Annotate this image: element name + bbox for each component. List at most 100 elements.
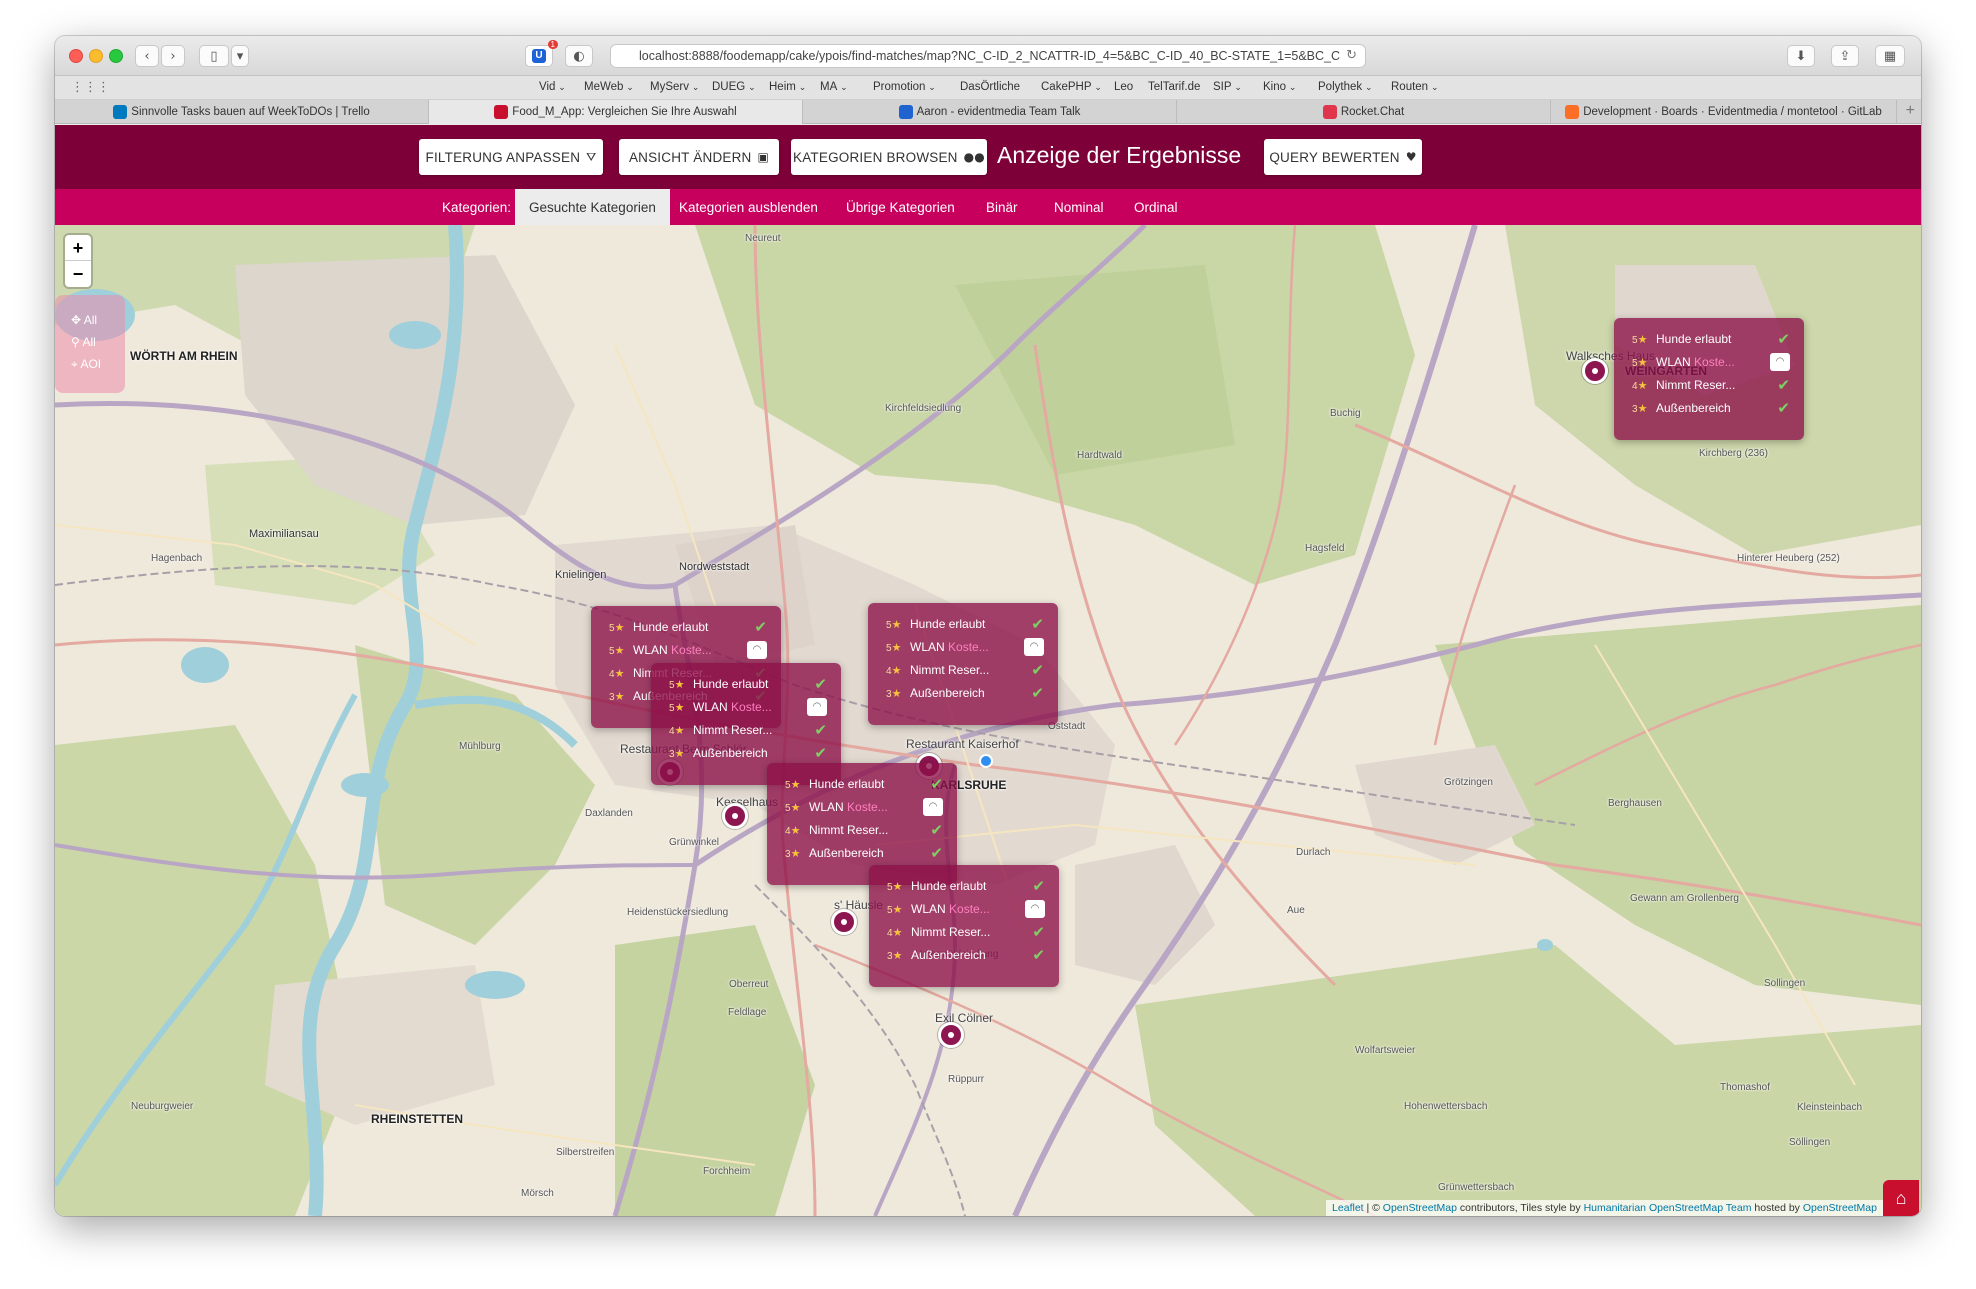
sidebar-menu-button[interactable]: ▾ — [231, 45, 249, 67]
rating: 5★ — [886, 618, 910, 631]
category-label: Hunde erlaubt — [911, 879, 987, 893]
popup-row: 3★Außenbereich ✔ — [785, 844, 945, 866]
subnav-label: Kategorien: — [442, 199, 512, 215]
place-label: Kirchfeldsiedlung — [885, 403, 962, 414]
forward-button[interactable]: › — [161, 45, 185, 67]
window-close-button[interactable] — [69, 49, 83, 63]
place-label: Hagsfeld — [1305, 543, 1345, 554]
tab-favicon-icon — [113, 105, 128, 119]
password-manager-button[interactable]: U 1 — [525, 40, 558, 67]
rate-query-button[interactable]: QUERY BEWERTEN ♥ — [1264, 139, 1422, 175]
share-button[interactable]: ⇪ — [1831, 45, 1859, 67]
layer-all-1[interactable]: ✥ All — [71, 313, 97, 327]
place-label: Grünwinkel — [669, 837, 720, 848]
chevron-down-icon: ⌄ — [1091, 83, 1102, 93]
bookmark-label: Routen — [1391, 81, 1429, 93]
subnav-tab-1[interactable]: Kategorien ausblenden — [665, 189, 832, 225]
rating: 3★ — [886, 687, 910, 700]
filter-adjust-button[interactable]: FILTERUNG ANPASSEN ⛛ — [419, 139, 603, 175]
attribution-hosted: hosted by — [1751, 1202, 1803, 1214]
place-label: Mühlburg — [459, 741, 501, 752]
browser-window: ‹ › ▯ ▾ U 1 ◐ localhost:8888/foodemapp/c… — [55, 36, 1921, 1216]
bookmark-ma[interactable]: MA ⌄ — [820, 81, 848, 93]
sidebar-toggle-button[interactable]: ▯ — [199, 45, 229, 67]
place-label: Maximiliansau — [249, 528, 319, 540]
address-bar[interactable]: localhost:8888/foodemapp/cake/ypois/find… — [610, 44, 1366, 68]
bookmark-myserv[interactable]: MyServ ⌄ — [650, 81, 699, 93]
poi-marker[interactable] — [722, 803, 748, 829]
poi-popup[interactable]: 5★Hunde erlaubt ✔ 5★WLAN Koste... ◠ 4★Nimmt … — [1614, 318, 1804, 440]
browse-categories-button[interactable]: KATEGORIEN BROWSEN ●● — [791, 139, 987, 175]
bookmark-cakephp[interactable]: CakePHP ⌄ — [1041, 81, 1102, 93]
bookmark-das-rtliche[interactable]: DasÖrtliche — [960, 81, 1020, 93]
zoom-out-button[interactable]: − — [65, 261, 91, 287]
browser-tab-4[interactable]: Development · Boards · Evidentmedia / mo… — [1551, 100, 1897, 124]
bookmark-meweb[interactable]: MeWeb ⌄ — [584, 81, 634, 93]
check-icon: ✔ — [1031, 684, 1044, 702]
layer-filter-panel: ✥ All ⚲ All ⌖ AOI — [55, 295, 125, 393]
rating: 4★ — [887, 926, 911, 939]
chevron-down-icon: ⌄ — [688, 83, 700, 93]
star-icon: ★ — [892, 926, 903, 939]
bookmark-vid[interactable]: Vid ⌄ — [539, 81, 566, 93]
reload-icon[interactable]: ↻ — [1346, 48, 1357, 63]
poi-popup[interactable]: 5★Hunde erlaubt ✔ 5★WLAN Koste... ◠ 4★Nimmt … — [868, 603, 1058, 725]
subnav-tab-0[interactable]: Gesuchte Kategorien — [515, 189, 670, 225]
place-label: Feldlage — [728, 1007, 767, 1018]
browser-tab-0[interactable]: Sinnvolle Tasks bauen auf WeekToDOs | Tr… — [55, 100, 429, 124]
check-icon: ✔ — [930, 775, 943, 793]
leaflet-link[interactable]: Leaflet — [1332, 1202, 1364, 1214]
downloads-button[interactable]: ⬇ — [1787, 45, 1815, 67]
layer-all-2[interactable]: ⚲ All — [71, 335, 96, 349]
bookmark-kino[interactable]: Kino ⌄ — [1263, 81, 1296, 93]
poi-popup[interactable]: 5★Hunde erlaubt ✔ 5★WLAN Koste... ◠ 4★Nimmt … — [869, 865, 1059, 987]
poi-marker[interactable] — [938, 1022, 964, 1048]
back-button[interactable]: ‹ — [135, 45, 159, 67]
bookmark-sip[interactable]: SIP ⌄ — [1213, 81, 1242, 93]
privacy-report-button[interactable]: ◐ — [565, 45, 593, 67]
chevron-down-icon: ▾ — [236, 48, 244, 64]
host-link[interactable]: OpenStreetMap — [1803, 1202, 1877, 1214]
subnav-tab-2[interactable]: Übrige Kategorien — [832, 189, 969, 225]
zoom-control: + − — [65, 235, 91, 287]
map-view[interactable]: + − ✥ All ⚲ All ⌖ AOI WÖRTH AM RHEINWEIN… — [55, 225, 1921, 1216]
new-tab-button[interactable]: + — [1906, 102, 1915, 120]
poi-marker[interactable] — [831, 909, 857, 935]
bookmark-promotion[interactable]: Promotion ⌄ — [873, 81, 936, 93]
subnav-tab-5[interactable]: Ordinal — [1120, 189, 1192, 225]
change-view-button[interactable]: ANSICHT ÄNDERN ▣ — [619, 139, 779, 175]
bookmark-label: MyServ — [650, 81, 689, 93]
popup-row: 5★ WLAN Koste... ◠ — [886, 638, 1046, 660]
tab-overview-button[interactable]: ▦ — [1875, 45, 1905, 67]
star-icon: ★ — [790, 847, 801, 860]
chevron-down-icon: ⌄ — [1231, 83, 1242, 93]
window-zoom-button[interactable] — [109, 49, 123, 63]
subnav-tab-3[interactable]: Binär — [972, 189, 1032, 225]
hot-link[interactable]: Humanitarian OpenStreetMap Team — [1584, 1202, 1752, 1214]
tab-favicon-icon — [1565, 105, 1580, 119]
bookmark-polythek[interactable]: Polythek ⌄ — [1318, 81, 1373, 93]
bookmark-dueg[interactable]: DUEG ⌄ — [712, 81, 756, 93]
osm-link[interactable]: OpenStreetMap — [1383, 1202, 1457, 1214]
bookmark-routen[interactable]: Routen ⌄ — [1391, 81, 1439, 93]
popup-row: 3★Außenbereich ✔ — [887, 946, 1047, 968]
window-minimize-button[interactable] — [89, 49, 103, 63]
browser-tab-2[interactable]: Aaron - evidentmedia Team Talk — [803, 100, 1177, 124]
browser-tab-1[interactable]: Food_M_App: Vergleichen Sie Ihre Auswahl — [429, 100, 803, 124]
category-label: WLAN — [809, 800, 844, 814]
bookmark-leo[interactable]: Leo — [1114, 81, 1133, 93]
rating: 5★ — [785, 778, 809, 791]
category-subnav: Kategorien: Gesuchte Kategorien Kategorie… — [55, 189, 1921, 225]
bookmark-heim[interactable]: Heim ⌄ — [769, 81, 806, 93]
zoom-in-button[interactable]: + — [65, 235, 91, 261]
browser-toolbar: ‹ › ▯ ▾ U 1 ◐ localhost:8888/foodemapp/c… — [55, 36, 1921, 76]
layer-aoi[interactable]: ⌖ AOI — [71, 357, 101, 372]
bookmark-teltarif-de[interactable]: TelTarif.de — [1148, 81, 1200, 93]
app-logo[interactable]: ⌂ — [1883, 1180, 1919, 1216]
favorites-grid-icon[interactable]: ⋮⋮⋮ — [71, 80, 110, 95]
subnav-tab-4[interactable]: Nominal — [1040, 189, 1118, 225]
poi-marker[interactable] — [1582, 358, 1608, 384]
tab-bar: Sinnvolle Tasks bauen auf WeekToDOs | Tr… — [55, 100, 1921, 124]
browser-tab-3[interactable]: Rocket.Chat — [1177, 100, 1551, 124]
place-label: Aue — [1287, 905, 1305, 916]
